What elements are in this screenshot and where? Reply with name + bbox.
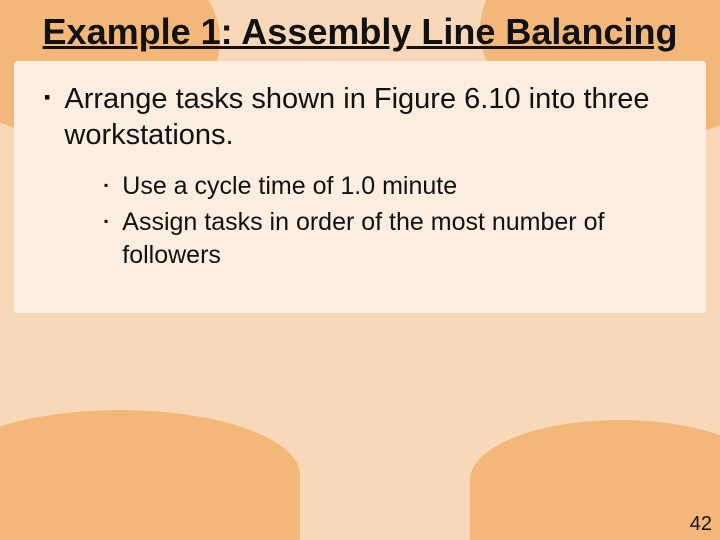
slide: Example 1: Assembly Line Balancing ▪ Arr… bbox=[0, 0, 720, 540]
bullet-level1: ▪ Arrange tasks shown in Figure 6.10 int… bbox=[14, 75, 706, 164]
bullet-text: Arrange tasks shown in Figure 6.10 into … bbox=[64, 81, 676, 154]
page-number: 42 bbox=[690, 513, 712, 536]
body-panel: ▪ Arrange tasks shown in Figure 6.10 int… bbox=[14, 61, 706, 313]
slide-title: Example 1: Assembly Line Balancing bbox=[0, 0, 720, 53]
sub-bullet-text: Use a cycle time of 1.0 minute bbox=[122, 170, 457, 203]
bullet-marker-icon: ▪ bbox=[104, 178, 108, 192]
sub-bullet-text: Assign tasks in order of the most number… bbox=[122, 206, 666, 271]
bullet-level2: ▪ Use a cycle time of 1.0 minute bbox=[104, 168, 666, 205]
bullet-level2: ▪ Assign tasks in order of the most numb… bbox=[104, 204, 666, 273]
bullet-marker-icon: ▪ bbox=[104, 214, 108, 228]
sub-bullet-list: ▪ Use a cycle time of 1.0 minute ▪ Assig… bbox=[14, 164, 706, 274]
bullet-marker-icon: ▪ bbox=[44, 87, 50, 108]
